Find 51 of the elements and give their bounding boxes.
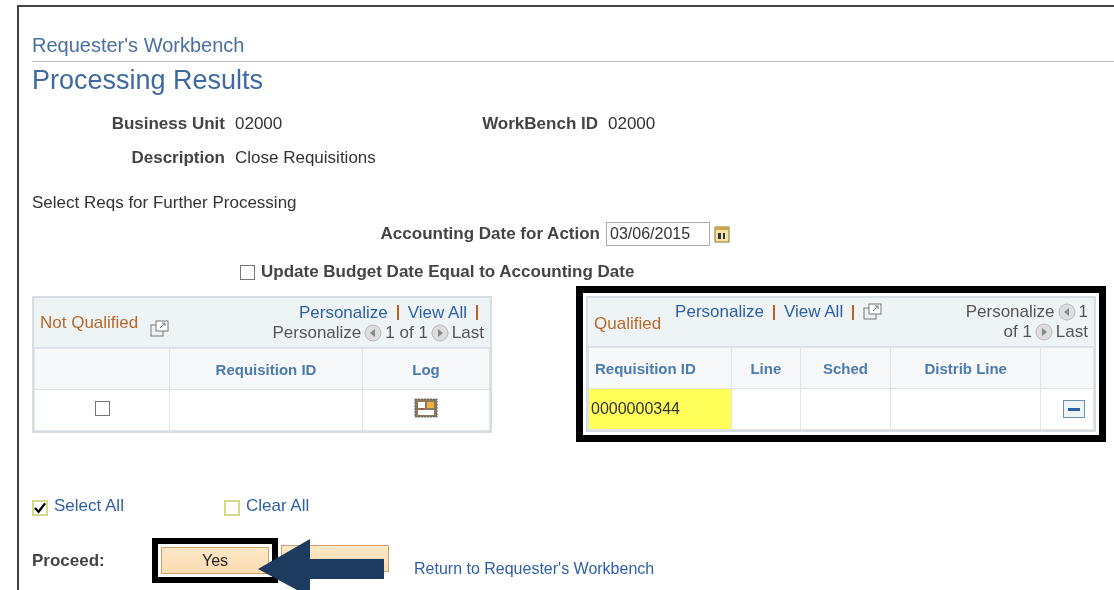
checkbox-label: Update Budget Date Equal to Accounting Date <box>261 262 635 282</box>
new-window-icon[interactable] <box>863 303 884 321</box>
column-header: Distrib Line <box>890 347 1041 389</box>
view-all-link[interactable]: View All <box>783 302 844 322</box>
field-label: Business Unit <box>110 114 225 134</box>
log-icon[interactable] <box>414 397 438 418</box>
column-header: Requisition ID <box>588 347 732 389</box>
field-label: Accounting Date for Action <box>379 224 600 244</box>
select-all-link[interactable]: Select All <box>54 496 124 516</box>
page-title: Processing Results <box>32 65 265 96</box>
calendar-icon[interactable] <box>714 225 730 243</box>
page-range: of 1 <box>1003 322 1032 342</box>
previous-icon[interactable] <box>1057 303 1076 321</box>
grid-title: Not Qualified <box>40 312 140 333</box>
column-header: Requisition ID <box>169 348 363 390</box>
field-label: WorkBench ID <box>481 114 598 134</box>
proceed-label: Proceed: <box>32 550 106 571</box>
clear-all-link[interactable]: Clear All <box>245 496 310 516</box>
select-all-checkbox[interactable] <box>32 500 48 516</box>
personalize-link[interactable]: Personalize <box>675 302 764 322</box>
delete-row-button[interactable] <box>1063 400 1085 418</box>
field-value: 02000 <box>608 114 656 134</box>
previous-icon[interactable] <box>364 323 383 342</box>
column-header: Line <box>731 347 801 389</box>
grid-title: Qualified <box>594 314 662 334</box>
checkbox[interactable] <box>240 264 255 280</box>
personalize-text: Personalize <box>272 322 362 343</box>
last-link[interactable]: Last <box>1055 322 1088 342</box>
table-cell: 0000000344 <box>588 388 732 430</box>
field-value: Close Requisitions <box>235 148 376 168</box>
date-field[interactable]: 03/06/2015 <box>606 222 710 246</box>
breadcrumb: Requester's Workbench <box>32 7 1114 62</box>
last-link[interactable]: Last <box>451 322 484 343</box>
column-header: Log <box>362 348 490 390</box>
page-range: 1 of 1 <box>385 322 428 343</box>
return-link[interactable]: Return to Requester's Workbench <box>414 559 655 578</box>
field-label: Description <box>130 148 225 168</box>
view-all-link[interactable]: View All <box>407 302 467 323</box>
field-value: 02000 <box>235 114 284 134</box>
next-icon[interactable] <box>1034 323 1053 341</box>
clear-all-checkbox[interactable] <box>223 500 240 516</box>
instruction-text: Select Reqs for Further Processing <box>32 193 298 213</box>
new-window-icon[interactable] <box>150 320 170 338</box>
yes-button[interactable]: Yes <box>161 547 269 574</box>
page-range: 1 <box>1078 302 1088 322</box>
row-checkbox[interactable] <box>94 401 110 416</box>
next-icon[interactable] <box>430 323 449 342</box>
minus-icon <box>1068 407 1080 411</box>
personalize-link[interactable]: Personalize <box>298 302 388 323</box>
column-header: Sched <box>800 347 891 389</box>
personalize-text: Personalize <box>965 302 1055 322</box>
